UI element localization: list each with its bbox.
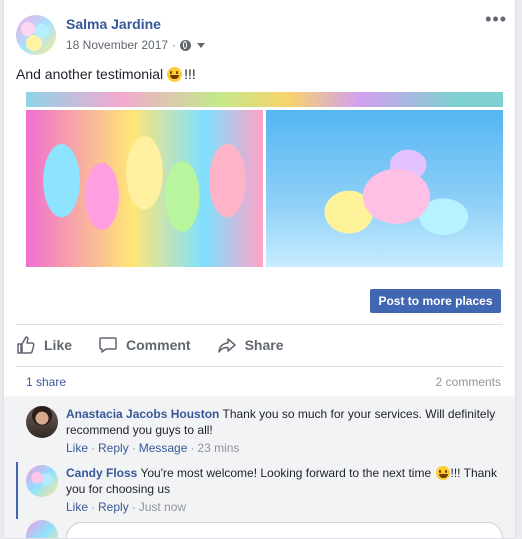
meta-separator: · (172, 38, 177, 52)
comment-timestamp[interactable]: 23 mins (197, 441, 239, 455)
post-photo-left[interactable] (26, 110, 263, 267)
comment-icon (99, 337, 117, 353)
post-date[interactable]: 18 November 2017 (66, 38, 168, 52)
action-bar: Like Comment Share (16, 330, 503, 360)
more-options-icon[interactable]: ••• (485, 10, 507, 28)
divider (16, 324, 503, 325)
share-arrow-icon (217, 338, 236, 353)
author-avatar[interactable] (16, 15, 56, 55)
like-label: Like (44, 337, 73, 353)
post-meta: 18 November 2017 · (66, 38, 206, 52)
post-text-body: And another testimonial (16, 66, 164, 82)
post-card: Salma Jardine 18 November 2017 · ••• And… (3, 0, 516, 539)
like-button[interactable]: Like (16, 335, 72, 355)
commenter-name[interactable]: Anastacia Jacobs Houston (66, 407, 219, 421)
commenter-name[interactable]: Candy Floss (66, 466, 137, 480)
comment-label: Comment (126, 337, 191, 353)
write-comment-input[interactable] (66, 522, 503, 538)
comment-body: Candy Floss You're most welcome! Looking… (66, 465, 505, 497)
grinning-emoji-icon (435, 466, 450, 480)
comment-reply-link[interactable]: Reply (98, 441, 129, 455)
comment-like-link[interactable]: Like (66, 500, 88, 514)
comment-button[interactable]: Comment (98, 335, 191, 355)
grinning-emoji-icon (167, 66, 183, 82)
divider (16, 366, 503, 367)
comment-timestamp[interactable]: Just now (139, 500, 186, 514)
thumbs-up-icon (17, 336, 35, 354)
audience-dropdown-icon[interactable] (197, 42, 206, 48)
post-text-suffix: !!! (184, 66, 196, 82)
comment-body: Anastacia Jacobs Houston Thank you so mu… (66, 406, 505, 438)
globe-icon (180, 39, 192, 51)
post-text: And another testimonial !!! (16, 66, 196, 82)
highlight-bar (16, 462, 18, 519)
comment-like-link[interactable]: Like (66, 441, 88, 455)
comment-actions: Like · Reply · Just now (66, 500, 187, 514)
post-to-more-places-button[interactable]: Post to more places (370, 289, 501, 313)
post-photo-top[interactable] (26, 92, 503, 107)
comment-text: You're most welcome! Looking forward to … (140, 466, 432, 480)
share-label: Share (244, 337, 284, 353)
comments-count[interactable]: 2 comments (436, 375, 501, 389)
share-button[interactable]: Share (217, 335, 284, 355)
commenter-avatar[interactable] (26, 406, 58, 438)
shares-count[interactable]: 1 share (26, 375, 66, 389)
commenter-avatar[interactable] (26, 465, 58, 497)
author-name[interactable]: Salma Jardine (66, 16, 161, 32)
comment-reply-link[interactable]: Reply (98, 500, 129, 514)
post-photo-right[interactable] (266, 110, 503, 267)
comment-actions: Like · Reply · Message · 23 mins (66, 441, 240, 455)
comment-message-link[interactable]: Message (139, 441, 188, 455)
